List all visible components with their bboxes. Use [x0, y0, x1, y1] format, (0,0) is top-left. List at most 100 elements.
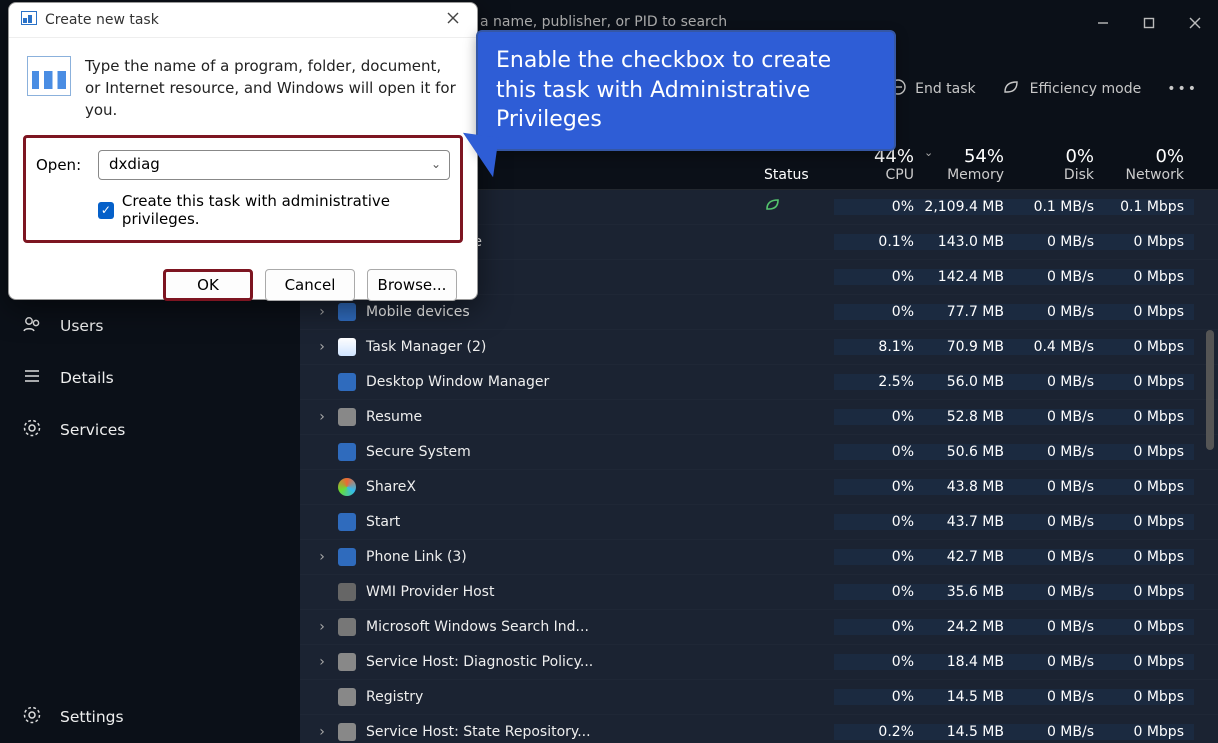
expand-icon[interactable]: › — [316, 304, 328, 320]
more-menu-button[interactable]: ••• — [1167, 81, 1198, 97]
dialog-title: Create new task — [45, 12, 159, 28]
expand-icon[interactable]: › — [316, 339, 328, 355]
table-row[interactable]: ›Task Manager (2)8.1%70.9 MB0.4 MB/s0 Mb… — [300, 330, 1218, 365]
header-cpu[interactable]: 44% CPU — [834, 146, 924, 183]
app-icon — [338, 338, 356, 356]
cpu-cell: 0% — [834, 479, 924, 495]
sidebar-item-label: Settings — [60, 708, 124, 726]
sidebar-item-users[interactable]: Users — [0, 300, 300, 352]
memory-cell: 42.7 MB — [924, 549, 1014, 565]
expand-icon[interactable]: › — [316, 619, 328, 635]
table-row[interactable]: Secure System0%50.6 MB0 MB/s0 Mbps — [300, 435, 1218, 470]
end-task-label: End task — [915, 81, 976, 97]
create-task-dialog: Create new task Type the name of a progr… — [8, 2, 478, 300]
admin-checkbox[interactable]: ✓ — [98, 202, 114, 219]
header-memory[interactable]: ⌄ 54% Memory — [924, 146, 1014, 183]
expand-icon[interactable]: › — [316, 654, 328, 670]
memory-cell: 70.9 MB — [924, 339, 1014, 355]
ok-button[interactable]: OK — [163, 269, 253, 301]
expand-icon[interactable]: › — [316, 409, 328, 425]
table-row[interactable]: Registry0%14.5 MB0 MB/s0 Mbps — [300, 680, 1218, 715]
expand-icon[interactable]: › — [316, 724, 328, 740]
run-dialog-icon — [21, 11, 37, 29]
table-row[interactable]: ›Microsoft Windows Search Ind...0%24.2 M… — [300, 610, 1218, 645]
memory-cell: 14.5 MB — [924, 724, 1014, 740]
header-status[interactable]: Status — [764, 167, 834, 183]
process-name: Microsoft Windows Search Ind... — [366, 619, 589, 635]
disk-cell: 0 MB/s — [1014, 479, 1104, 495]
disk-cell: 0 MB/s — [1014, 374, 1104, 390]
network-cell: 0 Mbps — [1104, 619, 1194, 635]
network-cell: 0 Mbps — [1104, 374, 1194, 390]
open-combobox[interactable]: dxdiag ⌄ — [98, 150, 450, 180]
memory-cell: 14.5 MB — [924, 689, 1014, 705]
users-icon — [22, 314, 42, 338]
search-placeholder[interactable]: a name, publisher, or PID to search — [480, 14, 780, 30]
app-icon — [338, 443, 356, 461]
sidebar-item-settings[interactable]: Settings — [0, 691, 300, 743]
header-network[interactable]: 0% Network — [1104, 146, 1194, 183]
callout-text: Enable the checkbox to create this task … — [496, 48, 831, 132]
disk-cell: 0 MB/s — [1014, 549, 1104, 565]
network-cell: 0 Mbps — [1104, 724, 1194, 740]
dialog-close-button[interactable] — [441, 12, 465, 28]
table-row[interactable]: ›Resume0%52.8 MB0 MB/s0 Mbps — [300, 400, 1218, 435]
vertical-scrollbar[interactable] — [1206, 330, 1214, 450]
network-cell: 0 Mbps — [1104, 654, 1194, 670]
dialog-description: Type the name of a program, folder, docu… — [85, 56, 459, 121]
app-icon — [338, 513, 356, 531]
maximize-button[interactable] — [1126, 7, 1172, 39]
minimize-button[interactable] — [1080, 7, 1126, 39]
status-cell — [764, 197, 834, 217]
header-disk[interactable]: 0% Disk — [1014, 146, 1104, 183]
cpu-cell: 0% — [834, 689, 924, 705]
app-icon — [338, 408, 356, 426]
process-name: Task Manager (2) — [366, 339, 486, 355]
sidebar-item-details[interactable]: Details — [0, 352, 300, 404]
memory-cell: 50.6 MB — [924, 444, 1014, 460]
disk-cell: 0 MB/s — [1014, 444, 1104, 460]
app-icon — [338, 303, 356, 321]
disk-cell: 0 MB/s — [1014, 654, 1104, 670]
table-row[interactable]: ›Service Host: State Repository...0.2%14… — [300, 715, 1218, 743]
memory-cell: 77.7 MB — [924, 304, 1014, 320]
network-cell: 0 Mbps — [1104, 514, 1194, 530]
network-cell: 0 Mbps — [1104, 339, 1194, 355]
memory-cell: 142.4 MB — [924, 269, 1014, 285]
process-name: Mobile devices — [366, 304, 470, 320]
cancel-button[interactable]: Cancel — [265, 269, 355, 301]
network-cell: 0 Mbps — [1104, 234, 1194, 250]
cpu-cell: 0% — [834, 444, 924, 460]
annotation-callout: Enable the checkbox to create this task … — [476, 30, 896, 151]
table-row[interactable]: Start0%43.7 MB0 MB/s0 Mbps — [300, 505, 1218, 540]
expand-icon[interactable]: › — [316, 549, 328, 565]
table-row[interactable]: Desktop Window Manager2.5%56.0 MB0 MB/s0… — [300, 365, 1218, 400]
process-name: ShareX — [366, 479, 416, 495]
cpu-cell: 0% — [834, 549, 924, 565]
table-row[interactable]: ›Service Host: Diagnostic Policy...0%18.… — [300, 645, 1218, 680]
disk-cell: 0 MB/s — [1014, 514, 1104, 530]
process-name: Service Host: Diagnostic Policy... — [366, 654, 593, 670]
disk-cell: 0 MB/s — [1014, 584, 1104, 600]
network-cell: 0 Mbps — [1104, 549, 1194, 565]
efficiency-mode-button[interactable]: Efficiency mode — [1002, 78, 1142, 100]
sidebar-item-label: Details — [60, 369, 114, 387]
end-task-button[interactable]: End task — [889, 78, 976, 100]
table-row[interactable]: ShareX0%43.8 MB0 MB/s0 Mbps — [300, 470, 1218, 505]
table-row[interactable]: WMI Provider Host0%35.6 MB0 MB/s0 Mbps — [300, 575, 1218, 610]
memory-cell: 35.6 MB — [924, 584, 1014, 600]
network-cell: 0 Mbps — [1104, 479, 1194, 495]
close-window-button[interactable] — [1172, 7, 1218, 39]
admin-checkbox-label: Create this task with administrative pri… — [122, 192, 450, 228]
disk-cell: 0 MB/s — [1014, 689, 1104, 705]
sidebar-item-label: Users — [60, 317, 103, 335]
table-row[interactable]: ›Phone Link (3)0%42.7 MB0 MB/s0 Mbps — [300, 540, 1218, 575]
memory-cell: 43.7 MB — [924, 514, 1014, 530]
sidebar-item-services[interactable]: Services — [0, 404, 300, 456]
settings-icon — [22, 705, 42, 729]
disk-cell: 0 MB/s — [1014, 724, 1104, 740]
browse-button[interactable]: Browse... — [367, 269, 457, 301]
memory-cell: 143.0 MB — [924, 234, 1014, 250]
cpu-cell: 0% — [834, 514, 924, 530]
efficiency-mode-label: Efficiency mode — [1030, 81, 1142, 97]
